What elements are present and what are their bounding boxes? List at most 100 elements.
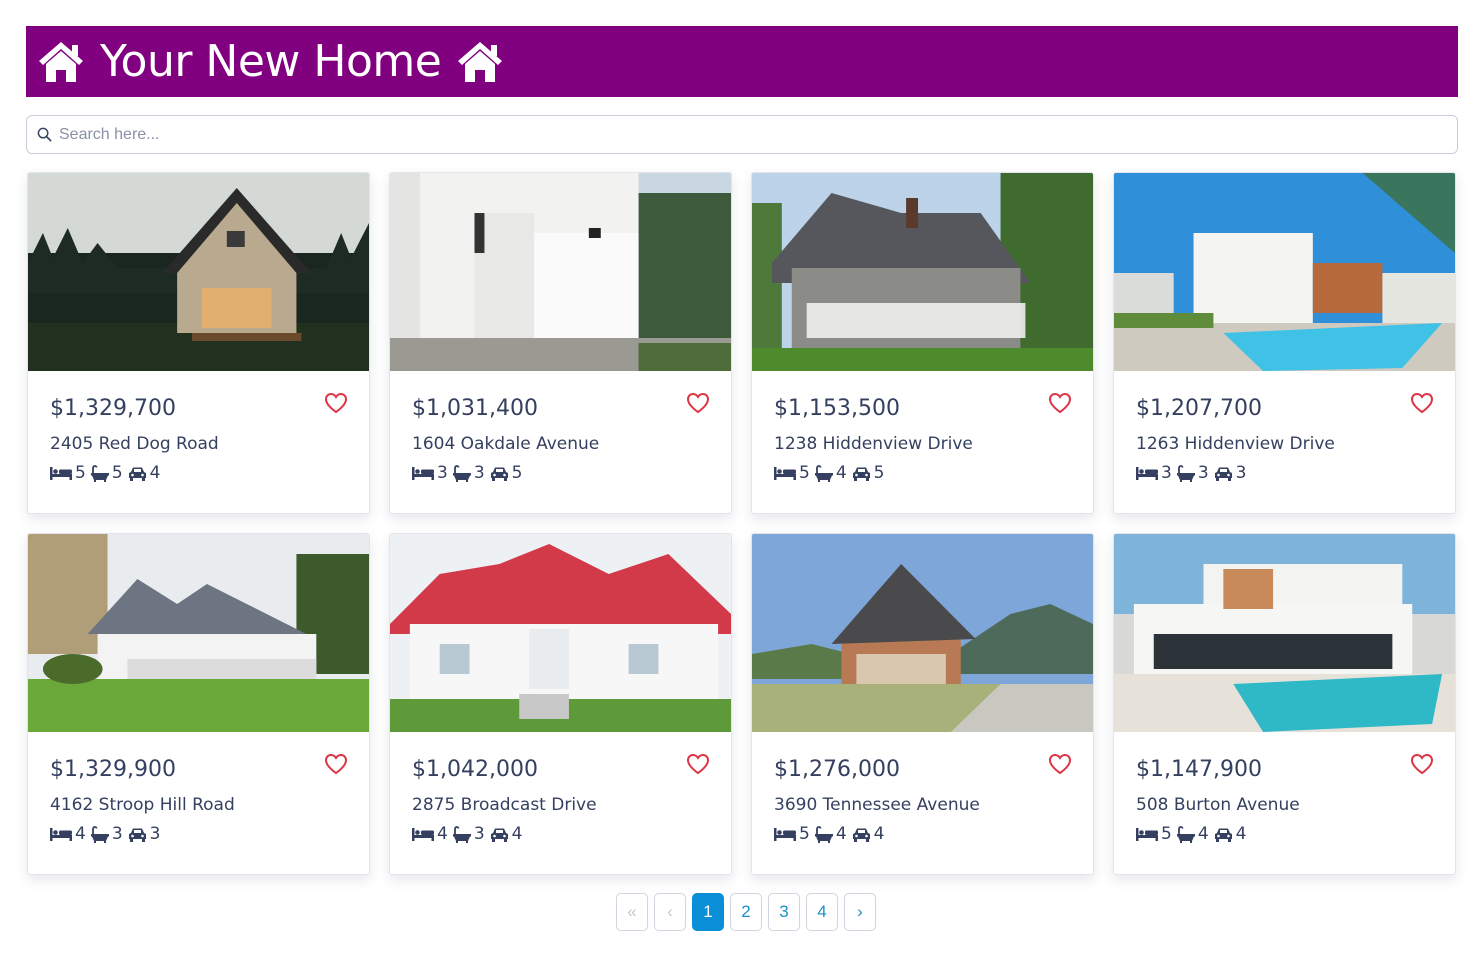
beds-count: 4 — [75, 824, 86, 844]
bed-icon — [50, 467, 72, 480]
baths-count: 5 — [111, 463, 123, 483]
bath-icon — [90, 825, 109, 843]
page-button-1[interactable]: 1 — [692, 893, 724, 931]
listing-features: 5 4 5 — [774, 463, 889, 483]
bath-icon — [814, 825, 833, 843]
house-photo — [390, 173, 731, 371]
car-icon — [490, 828, 508, 842]
heart-icon[interactable] — [1410, 753, 1434, 775]
house-photo — [28, 173, 369, 371]
listing-address: 1263 Hiddenview Drive — [1136, 434, 1335, 454]
garage-count: 3 — [1235, 463, 1247, 483]
listing-price: $1,153,500 — [774, 396, 900, 421]
listing-card[interactable]: $1,329,700 2405 Red Dog Road 5 5 4 — [27, 172, 370, 514]
heart-icon[interactable] — [1410, 392, 1434, 414]
app-header: Your New Home — [26, 26, 1458, 97]
listing-address: 1238 Hiddenview Drive — [774, 434, 973, 454]
search-icon — [37, 127, 52, 142]
baths-count: 4 — [835, 824, 847, 844]
listing-price: $1,031,400 — [412, 396, 538, 421]
listing-address: 2405 Red Dog Road — [50, 434, 219, 454]
house-photo — [390, 534, 731, 732]
listing-card[interactable]: $1,153,500 1238 Hiddenview Drive 5 4 5 — [751, 172, 1094, 514]
listing-features: 4 3 3 — [50, 824, 165, 844]
baths-count: 4 — [1197, 824, 1209, 844]
bed-icon — [774, 828, 796, 841]
beds-count: 4 — [437, 824, 448, 844]
beds-count: 5 — [1161, 824, 1172, 844]
listing-price: $1,276,000 — [774, 757, 900, 782]
listing-features: 5 4 4 — [1136, 824, 1251, 844]
garage-count: 5 — [873, 463, 885, 483]
bath-icon — [1176, 464, 1195, 482]
bath-icon — [452, 464, 471, 482]
car-icon — [490, 467, 508, 481]
garage-count: 4 — [873, 824, 885, 844]
house-photo — [1114, 534, 1455, 732]
page-button-3[interactable]: 3 — [768, 893, 800, 931]
listing-features: 5 5 4 — [50, 463, 165, 483]
listing-card[interactable]: $1,031,400 1604 Oakdale Avenue 3 3 5 — [389, 172, 732, 514]
car-icon — [852, 828, 870, 842]
beds-count: 5 — [75, 463, 86, 483]
listing-address: 1604 Oakdale Avenue — [412, 434, 600, 454]
next-page-button[interactable]: › — [844, 893, 876, 931]
house-photo — [28, 534, 369, 732]
page-button-4[interactable]: 4 — [806, 893, 838, 931]
bed-icon — [1136, 828, 1158, 841]
search-input[interactable] — [59, 125, 1439, 144]
listing-features: 3 3 5 — [412, 463, 527, 483]
listing-features: 5 4 4 — [774, 824, 889, 844]
baths-count: 3 — [473, 463, 485, 483]
beds-count: 3 — [1161, 463, 1172, 483]
garage-count: 5 — [511, 463, 523, 483]
garage-count: 4 — [149, 463, 161, 483]
baths-count: 4 — [835, 463, 847, 483]
heart-icon[interactable] — [686, 392, 710, 414]
page-button-2[interactable]: 2 — [730, 893, 762, 931]
listing-card[interactable]: $1,147,900 508 Burton Avenue 5 4 4 — [1113, 533, 1456, 875]
baths-count: 3 — [473, 824, 485, 844]
listing-price: $1,147,900 — [1136, 757, 1262, 782]
bed-icon — [412, 828, 434, 841]
bath-icon — [90, 464, 109, 482]
listing-price: $1,207,700 — [1136, 396, 1262, 421]
prev-page-button[interactable]: ‹ — [654, 893, 686, 931]
listing-card[interactable]: $1,276,000 3690 Tennessee Avenue 5 4 4 — [751, 533, 1094, 875]
search-bar — [26, 115, 1458, 154]
listing-card[interactable]: $1,329,900 4162 Stroop Hill Road 4 3 3 — [27, 533, 370, 875]
listing-card[interactable]: $1,207,700 1263 Hiddenview Drive 3 3 3 — [1113, 172, 1456, 514]
first-page-button[interactable]: « — [616, 893, 648, 931]
house-photo — [752, 173, 1093, 371]
heart-icon[interactable] — [324, 753, 348, 775]
heart-icon[interactable] — [324, 392, 348, 414]
house-photo — [752, 534, 1093, 732]
house-icon — [458, 41, 503, 82]
bath-icon — [814, 464, 833, 482]
car-icon — [852, 467, 870, 481]
heart-icon[interactable] — [686, 753, 710, 775]
bed-icon — [774, 467, 796, 480]
car-icon — [128, 467, 146, 481]
pagination: « ‹ 1 2 3 4 › — [616, 893, 876, 931]
baths-count: 3 — [111, 824, 123, 844]
heart-icon[interactable] — [1048, 392, 1072, 414]
house-photo — [1114, 173, 1455, 371]
beds-count: 5 — [799, 463, 810, 483]
listing-price: $1,329,900 — [50, 757, 176, 782]
heart-icon[interactable] — [1048, 753, 1072, 775]
baths-count: 3 — [1197, 463, 1209, 483]
beds-count: 5 — [799, 824, 810, 844]
listing-price: $1,329,700 — [50, 396, 176, 421]
garage-count: 3 — [149, 824, 161, 844]
bed-icon — [412, 467, 434, 480]
house-icon — [39, 41, 83, 82]
listing-features: 4 3 4 — [412, 824, 527, 844]
garage-count: 4 — [1235, 824, 1247, 844]
listing-address: 3690 Tennessee Avenue — [774, 795, 980, 815]
garage-count: 4 — [511, 824, 523, 844]
listing-address: 4162 Stroop Hill Road — [50, 795, 235, 815]
listing-card[interactable]: $1,042,000 2875 Broadcast Drive 4 3 4 — [389, 533, 732, 875]
bed-icon — [50, 828, 72, 841]
listing-address: 2875 Broadcast Drive — [412, 795, 597, 815]
